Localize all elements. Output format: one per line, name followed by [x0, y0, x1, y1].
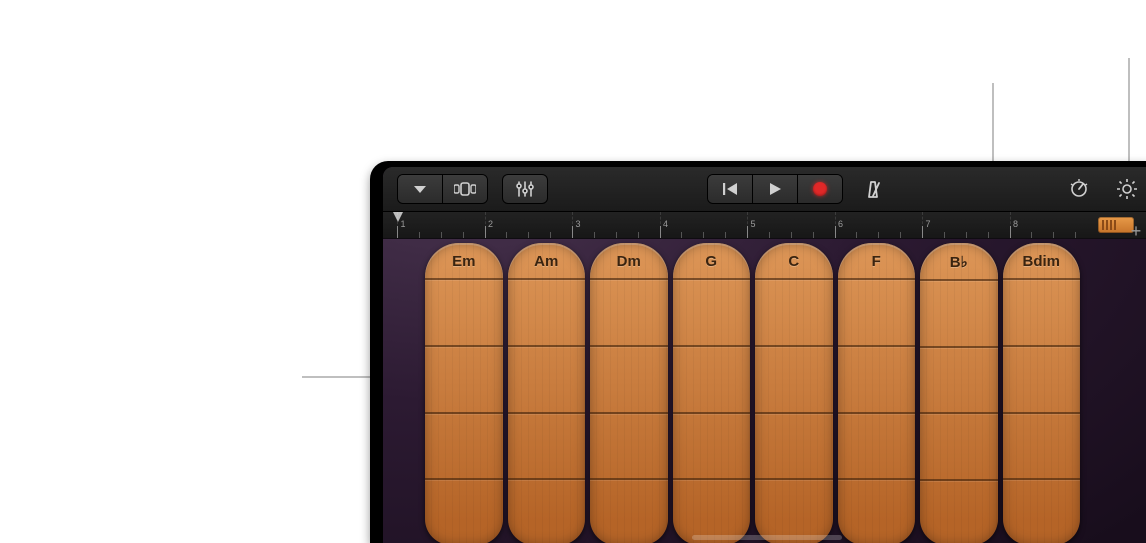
chord-label: Em	[425, 243, 503, 278]
ruler-bar-number: 5	[750, 219, 755, 229]
chord-strip[interactable]: F	[838, 243, 916, 543]
control-bar	[383, 167, 1146, 212]
chord-segment[interactable]	[425, 278, 503, 345]
ruler-bar-number: 4	[663, 219, 668, 229]
chord-segment[interactable]	[1003, 345, 1081, 412]
transport-group	[707, 174, 843, 204]
view-controls-group	[397, 174, 488, 204]
device-frame: 12345678 + EmAmDmGCFB♭Bdim	[370, 161, 1146, 543]
chord-label: F	[838, 243, 916, 278]
record-icon	[813, 182, 827, 196]
chord-segment[interactable]	[1003, 278, 1081, 345]
gear-icon	[1116, 178, 1138, 200]
browser-button[interactable]	[442, 175, 487, 203]
chord-segment[interactable]	[590, 345, 668, 412]
timeline-ruler[interactable]: 1 2 3 4 5 6 7 8	[383, 212, 1146, 239]
ruler-bar-number: 3	[575, 219, 580, 229]
chord-segment[interactable]	[508, 345, 586, 412]
chord-label: Am	[508, 243, 586, 278]
chord-segment[interactable]	[425, 345, 503, 412]
app-screen: 12345678 + EmAmDmGCFB♭Bdim	[383, 167, 1146, 543]
chord-segment[interactable]	[673, 278, 751, 345]
chord-strip[interactable]: Am	[508, 243, 586, 543]
chord-segment[interactable]	[755, 412, 833, 479]
play-icon	[768, 182, 782, 196]
settings-button[interactable]	[1110, 175, 1144, 203]
chord-segment[interactable]	[508, 278, 586, 345]
track-controls-button[interactable]	[502, 174, 548, 204]
chord-segment[interactable]	[673, 412, 751, 479]
chord-segment[interactable]	[590, 478, 668, 543]
chord-strip[interactable]: C	[755, 243, 833, 543]
chord-segment[interactable]	[590, 412, 668, 479]
chord-segment[interactable]	[838, 478, 916, 543]
chord-segment[interactable]	[1003, 412, 1081, 479]
chord-strip[interactable]: B♭	[920, 243, 998, 543]
autoplay-dial-button[interactable]	[1062, 175, 1096, 203]
view-menu-button[interactable]	[398, 175, 442, 203]
chord-segment[interactable]	[755, 345, 833, 412]
ruler-bar-number: 8	[1013, 219, 1018, 229]
chord-segment[interactable]	[673, 345, 751, 412]
chevron-down-icon	[412, 183, 428, 195]
dial-icon	[1068, 178, 1090, 200]
chord-segment[interactable]	[673, 478, 751, 543]
chord-segment[interactable]	[508, 478, 586, 543]
chord-strips-area: EmAmDmGCFB♭Bdim	[383, 239, 1146, 543]
rewind-icon	[722, 182, 738, 196]
chord-segment[interactable]	[425, 412, 503, 479]
chord-segment[interactable]	[425, 478, 503, 543]
ruler-bar-number: 7	[925, 219, 930, 229]
chord-segment[interactable]	[920, 279, 998, 346]
chord-strip[interactable]: Bdim	[1003, 243, 1081, 543]
chord-segment[interactable]	[838, 278, 916, 345]
ruler-bar-number: 2	[488, 219, 493, 229]
record-button[interactable]	[797, 175, 842, 203]
chord-segment[interactable]	[838, 412, 916, 479]
chord-strip[interactable]: Em	[425, 243, 503, 543]
chord-segment[interactable]	[590, 278, 668, 345]
chord-segment[interactable]	[920, 479, 998, 543]
browser-icon	[454, 182, 476, 196]
ruler-bar-number: 6	[838, 219, 843, 229]
ruler-bar-number: 1	[400, 219, 405, 229]
chord-label: B♭	[920, 243, 998, 279]
chord-segment[interactable]	[755, 278, 833, 345]
chord-label: Dm	[590, 243, 668, 278]
chord-strip[interactable]: G	[673, 243, 751, 543]
chord-label: G	[673, 243, 751, 278]
home-indicator	[692, 535, 842, 540]
chord-segment[interactable]	[755, 478, 833, 543]
metronome-icon	[863, 179, 883, 199]
mixer-icon	[516, 181, 534, 197]
chord-segment[interactable]	[508, 412, 586, 479]
chord-label: Bdim	[1003, 243, 1081, 278]
metronome-button[interactable]	[857, 175, 889, 203]
play-button[interactable]	[752, 175, 797, 203]
go-to-beginning-button[interactable]	[708, 175, 752, 203]
chord-label: C	[755, 243, 833, 278]
chord-strip[interactable]: Dm	[590, 243, 668, 543]
chord-segment[interactable]	[838, 345, 916, 412]
chord-segment[interactable]	[1003, 478, 1081, 543]
chord-segment[interactable]	[920, 412, 998, 479]
chord-segment[interactable]	[920, 346, 998, 413]
